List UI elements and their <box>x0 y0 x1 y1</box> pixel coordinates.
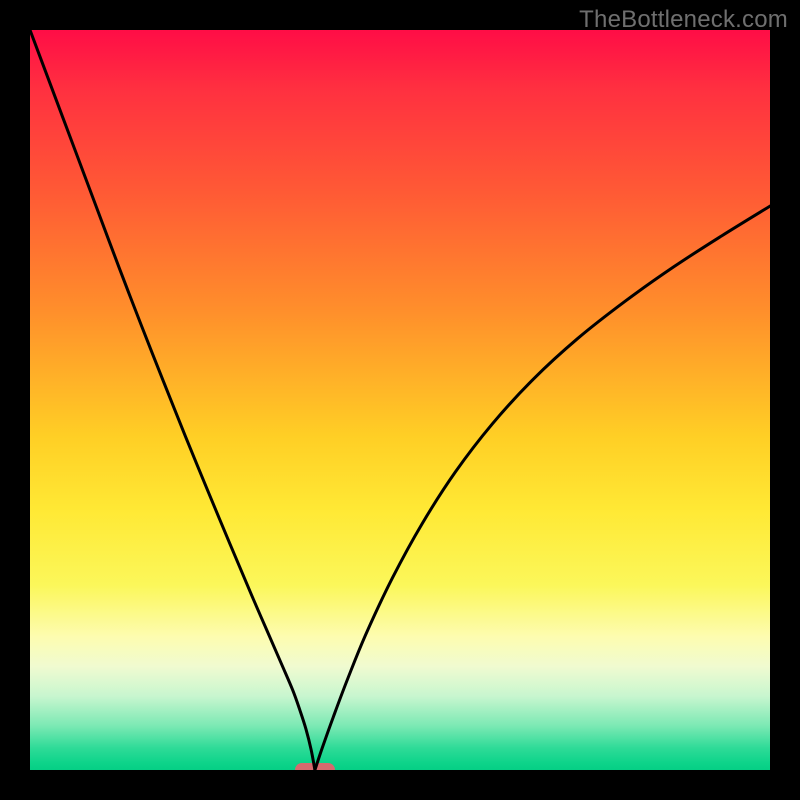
plot-area <box>30 30 770 770</box>
bottleneck-curve <box>30 30 770 770</box>
watermark-text: TheBottleneck.com <box>579 6 788 34</box>
curve-left-branch <box>30 30 315 770</box>
curve-right-branch <box>315 206 770 770</box>
